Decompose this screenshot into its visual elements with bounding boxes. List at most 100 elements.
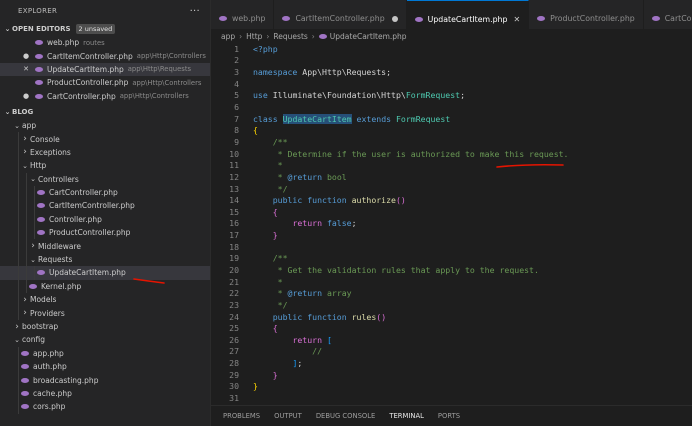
panel-tab-problems[interactable]: PROBLEMS [223,406,260,426]
php-file-icon [37,203,45,209]
tree-item-label: Requests [38,255,73,265]
php-file-icon [20,403,30,411]
tree-item-label: auth.php [33,362,67,372]
tree-file[interactable]: auth.php [0,359,210,374]
tree-folder-config[interactable]: ⌄ config [0,333,210,346]
unsaved-dot-icon [391,15,398,22]
indent-guide [18,185,19,200]
tree-folder-app[interactable]: ⌄ app [0,119,210,132]
close-icon[interactable]: ✕ [513,15,520,24]
breadcrumb-item[interactable]: Http [246,32,262,41]
breadcrumb: app › Http › Requests › UpdateCartItem.php [211,29,692,43]
panel-tab-output[interactable]: OUTPUT [274,406,302,426]
code-text: return false; [292,218,357,229]
breadcrumb-item[interactable]: app [221,32,235,41]
open-editor-item[interactable]: ✕ UpdateCartItem.php app\Http\Requests [0,62,210,77]
tree-file[interactable]: Controller.php [0,212,210,227]
open-editor-item[interactable]: ProductController.php app\Http\Controller… [0,76,210,89]
chevron-right-icon: › [266,31,270,41]
tree-file[interactable]: app.php [0,346,210,360]
open-editors-list: web.php routes ● CartItemController.php app\… [0,36,210,103]
tree-folder-requests[interactable]: ⌄ Requests [0,252,210,267]
tree-file[interactable]: ProductController.php [0,226,210,240]
breadcrumb-item[interactable]: Requests [273,32,307,41]
breadcrumb-item[interactable]: UpdateCartItem.php [330,32,407,41]
tree-folder-providers[interactable]: › Providers [0,306,210,320]
code-line: 23 */ [211,299,692,311]
php-file-icon [36,189,46,197]
tree-file[interactable]: UpdateCartItem.php [0,266,210,280]
open-editor-path: app\Http\Controllers [136,52,206,61]
code-text: /** [272,136,288,147]
tree-item-label: broadcasting.php [33,375,99,385]
line-number: 23 [229,299,239,310]
unsaved-badge: 2 unsaved [75,24,116,34]
line-number: 13 [229,183,239,194]
indent-guide [18,306,19,320]
line-number: 25 [229,323,239,334]
indent-guide [18,266,19,280]
open-editor-item[interactable]: ● CartItemController.php app\Http\Controll… [0,49,210,62]
project-section-header[interactable]: ⌄ BLOG [0,105,210,119]
code-line: 11 * [211,159,692,171]
php-file-icon [34,65,44,73]
php-file-icon [20,376,30,384]
code-line: 21 * [211,276,692,288]
tree-item-label: cache.php [33,388,72,398]
php-file-icon [37,270,45,276]
tree-file[interactable]: broadcasting.php [0,373,210,387]
code-line: 16 return false; [211,218,692,230]
tree-file[interactable]: Kernel.php [0,279,210,294]
code-text: * Get the validation rules that apply to… [277,264,539,275]
php-file-icon [21,364,29,370]
php-file-icon [35,66,43,72]
line-number: 16 [229,218,239,229]
indent-guide [34,199,35,213]
more-actions-icon[interactable]: ··· [190,6,200,17]
tree-folder-middleware[interactable]: › Middleware [0,239,210,253]
close-icon[interactable]: ✕ [22,65,30,73]
tree-item-label: CartController.php [49,188,118,198]
tab-label: CartItemController.php [295,14,385,23]
chevron-down-icon: ⌄ [30,255,36,264]
php-file-icon [35,40,43,46]
tree-folder-console[interactable]: › Console [0,132,210,146]
tree-file[interactable]: CartItemController.php [0,199,210,213]
panel-tab-ports[interactable]: PORTS [438,406,460,426]
code-line: 25 { [211,322,692,334]
php-file-icon [34,92,44,100]
panel-tab-terminal[interactable]: TERMINAL [389,406,424,426]
panel-tab-debug-console[interactable]: DEBUG CONSOLE [316,406,376,426]
line-number: 1 [234,43,239,54]
code-text: { [253,125,258,136]
code-line: 31 [211,392,692,404]
tree-item-label: Controllers [38,174,79,184]
tree-folder-models[interactable]: › Models [0,293,210,307]
tree-folder-controllers[interactable]: ⌄ Controllers [0,172,210,186]
tree-item-label: Exceptions [30,147,71,157]
class-name-highlight: UpdateCartItem [282,113,352,124]
open-editor-item[interactable]: web.php routes [0,36,210,49]
php-file-icon [34,52,44,60]
tree-folder-http[interactable]: ⌄ Http [0,159,210,173]
tree-file[interactable]: cache.php [0,386,210,401]
code-text: { [272,206,278,217]
tree-item-label: cors.php [33,402,66,412]
open-editors-label: OPEN EDITORS [12,25,71,33]
indent-guide [26,226,27,240]
line-number: 6 [234,102,239,113]
php-file-icon [21,404,29,410]
tree-folder-exceptions[interactable]: › Exceptions [0,145,210,160]
tree-folder-bootstrap[interactable]: › bootstrap [0,320,210,333]
open-editor-item[interactable]: ● CartController.php app\Http\Controllers [0,90,210,103]
open-editor-filename: web.php [47,38,80,48]
code-editor[interactable]: 1 <?php 2 3 namespace App\Http\Requests; 4 5 us… [211,43,692,405]
chevron-down-icon: ⌄ [4,25,11,33]
tree-file[interactable]: cors.php [0,400,210,414]
tree-file[interactable]: CartController.php [0,185,210,200]
indent-guide [18,132,19,146]
line-number: 8 [234,125,239,136]
open-editor-filename: ProductController.php [47,78,129,88]
open-editors-section-header[interactable]: ⌄ OPEN EDITORS 2 unsaved [0,22,210,36]
php-file-icon [537,16,546,21]
